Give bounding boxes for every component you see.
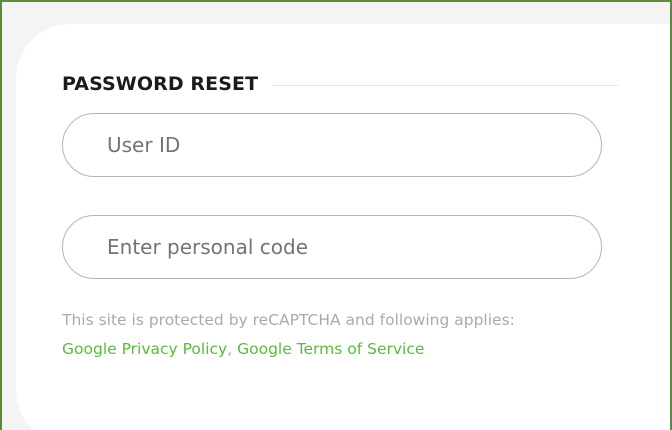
recaptcha-notice-text: This site is protected by reCAPTCHA and … (62, 311, 515, 329)
recaptcha-links: Google Privacy Policy, Google Terms of S… (62, 335, 622, 364)
google-terms-of-service-link[interactable]: Google Terms of Service (237, 340, 424, 358)
title-row: PASSWORD RESET (62, 72, 618, 96)
google-privacy-policy-link[interactable]: Google Privacy Policy (62, 340, 227, 358)
user-id-input[interactable] (62, 113, 602, 177)
link-separator: , (227, 340, 233, 358)
title-divider (272, 84, 618, 86)
personal-code-input[interactable] (62, 215, 602, 279)
page-frame: PASSWORD RESET This site is protected by… (0, 0, 672, 430)
recaptcha-notice: This site is protected by reCAPTCHA and … (62, 306, 622, 364)
page-title: PASSWORD RESET (62, 73, 259, 95)
